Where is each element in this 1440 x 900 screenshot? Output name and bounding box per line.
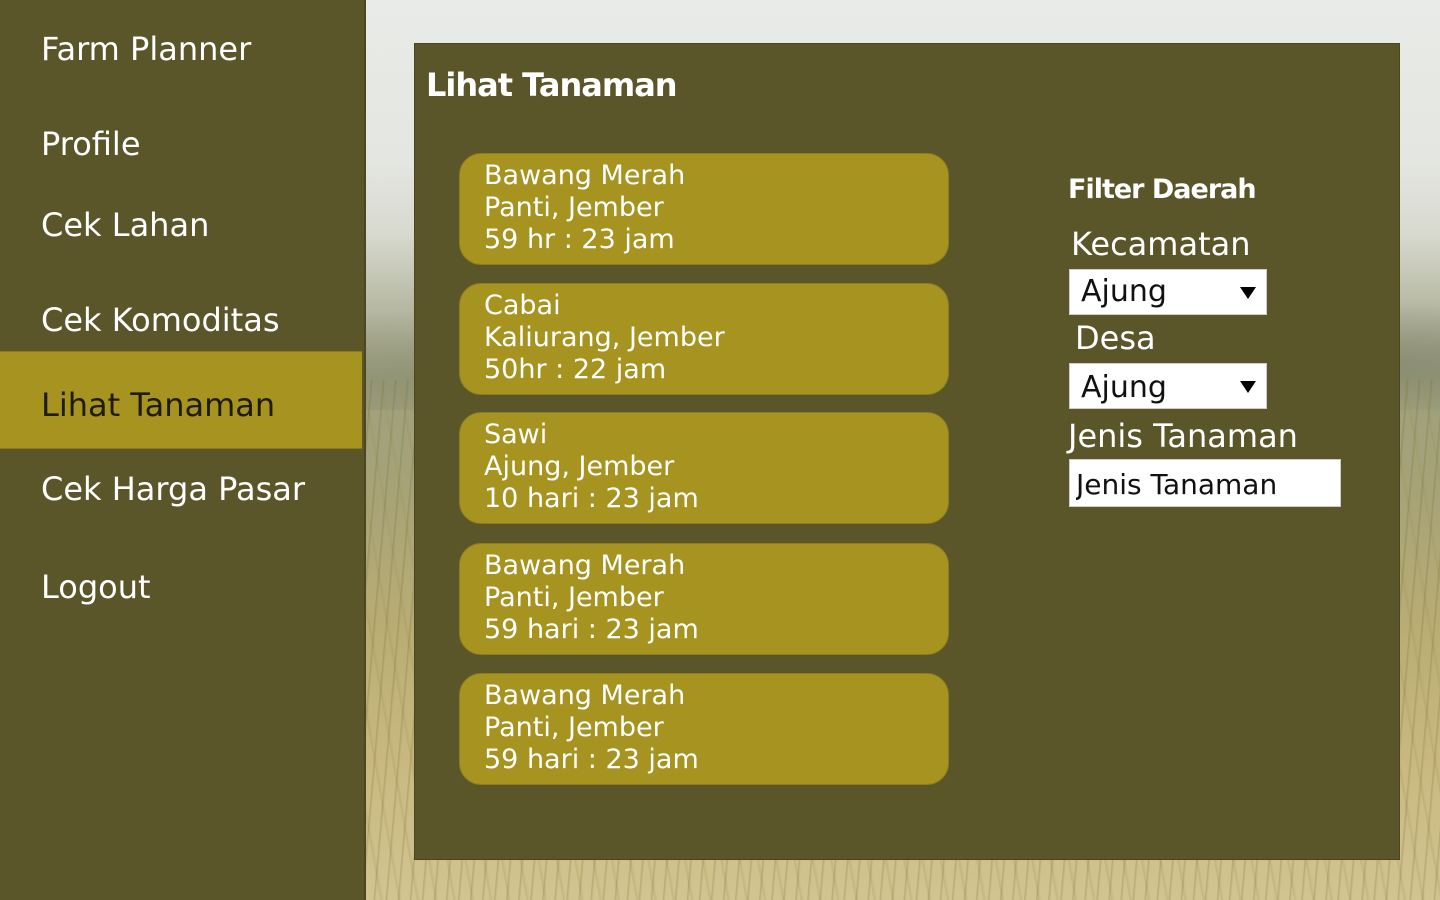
desa-label: Desa bbox=[1075, 319, 1156, 357]
crop-location: Panti, Jember bbox=[484, 192, 664, 223]
crop-time-remaining: 59 hari : 23 jam bbox=[484, 614, 699, 645]
sidebar-item-cek-lahan[interactable]: Cek Lahan bbox=[0, 206, 362, 244]
crop-time-remaining: 59 hari : 23 jam bbox=[484, 744, 699, 775]
crop-time-remaining: 10 hari : 23 jam bbox=[484, 483, 699, 514]
page-title: Lihat Tanaman bbox=[426, 66, 678, 104]
jenis-tanaman-label: Jenis Tanaman bbox=[1068, 417, 1298, 455]
crop-time-remaining: 59 hr : 23 jam bbox=[484, 224, 675, 255]
filter-title: Filter Daerah bbox=[1068, 174, 1257, 205]
crop-name: Sawi bbox=[484, 419, 548, 450]
kecamatan-select[interactable]: Ajung bbox=[1069, 269, 1267, 315]
crop-location: Panti, Jember bbox=[484, 712, 664, 743]
sidebar-item-cek-komoditas[interactable]: Cek Komoditas bbox=[0, 301, 362, 339]
crop-name: Bawang Merah bbox=[484, 160, 686, 191]
jenis-tanaman-input[interactable] bbox=[1069, 459, 1341, 507]
crop-location: Ajung, Jember bbox=[484, 451, 675, 482]
dropdown-arrow-icon bbox=[1240, 381, 1256, 393]
desa-select[interactable]: Ajung bbox=[1069, 363, 1267, 409]
kecamatan-label: Kecamatan bbox=[1071, 225, 1251, 263]
app-title: Farm Planner bbox=[41, 30, 252, 68]
desa-selected-value: Ajung bbox=[1081, 370, 1167, 405]
kecamatan-selected-value: Ajung bbox=[1081, 274, 1167, 309]
crop-card[interactable]: Cabai Kaliurang, Jember 50hr : 22 jam bbox=[459, 283, 949, 395]
crop-card[interactable]: Bawang Merah Panti, Jember 59 hari : 23 … bbox=[459, 673, 949, 785]
sidebar-item-logout[interactable]: Logout bbox=[0, 568, 362, 606]
crop-name: Bawang Merah bbox=[484, 550, 686, 581]
dropdown-arrow-icon bbox=[1240, 287, 1256, 299]
main-panel: Lihat Tanaman Bawang Merah Panti, Jember… bbox=[414, 43, 1400, 860]
sidebar-item-lihat-tanaman[interactable]: Lihat Tanaman bbox=[0, 351, 362, 449]
crop-location: Panti, Jember bbox=[484, 582, 664, 613]
crop-name: Cabai bbox=[484, 290, 561, 321]
crop-location: Kaliurang, Jember bbox=[484, 322, 725, 353]
sidebar-item-profile[interactable]: Profile bbox=[0, 125, 362, 163]
crop-name: Bawang Merah bbox=[484, 680, 686, 711]
crop-card[interactable]: Sawi Ajung, Jember 10 hari : 23 jam bbox=[459, 412, 949, 524]
crop-card[interactable]: Bawang Merah Panti, Jember 59 hr : 23 ja… bbox=[459, 153, 949, 265]
crop-time-remaining: 50hr : 22 jam bbox=[484, 354, 667, 385]
sidebar: Farm Planner Profile Cek Lahan Cek Komod… bbox=[0, 0, 366, 900]
crop-card[interactable]: Bawang Merah Panti, Jember 59 hari : 23 … bbox=[459, 543, 949, 655]
sidebar-item-cek-harga-pasar[interactable]: Cek Harga Pasar bbox=[0, 470, 362, 508]
